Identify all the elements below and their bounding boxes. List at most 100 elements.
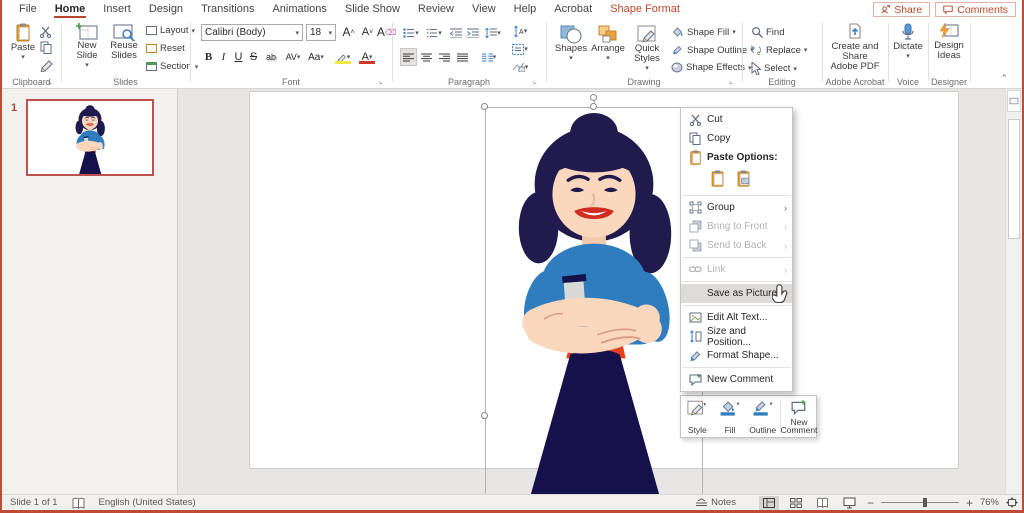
tab-acrobat[interactable]: Acrobat <box>545 0 601 19</box>
slideshow-view-button[interactable] <box>840 496 860 510</box>
new-comment-toolbar-button[interactable]: New Comment <box>781 396 817 437</box>
slide-sorter-view-button[interactable] <box>786 496 806 510</box>
collapse-ribbon-button[interactable]: ⌃ <box>1000 73 1008 84</box>
rotation-handle[interactable] <box>590 94 597 101</box>
quick-styles-button[interactable]: Quick Styles ▾ <box>629 24 665 74</box>
format-painter-button[interactable] <box>40 57 53 72</box>
align-left-button[interactable] <box>400 48 417 66</box>
resize-handle-top-center[interactable] <box>590 103 597 110</box>
reading-view-button[interactable] <box>813 496 833 510</box>
resize-handle-top-left[interactable] <box>481 103 488 110</box>
font-dialog-launcher[interactable]: ⌞ <box>379 76 388 85</box>
context-menu-item-cut[interactable]: Cut <box>681 110 792 129</box>
decrease-font-size-button[interactable]: A ˅ <box>360 24 375 40</box>
replace-button[interactable]: bc Replace ▾ <box>751 44 807 57</box>
context-menu-item-new-comment[interactable]: New Comment <box>681 370 792 389</box>
context-menu-item-edit-alt-text[interactable]: Edit Alt Text... <box>681 308 792 327</box>
strikethrough-button[interactable]: S <box>246 49 261 65</box>
paste-keep-formatting-button[interactable] <box>707 169 727 189</box>
tab-animations[interactable]: Animations <box>263 0 335 19</box>
reuse-slides-button[interactable]: Reuse Slides <box>108 23 140 61</box>
tab-slide-show[interactable]: Slide Show <box>336 0 409 19</box>
spell-check-icon[interactable] <box>72 497 85 509</box>
zoom-out-button[interactable]: − <box>867 496 874 510</box>
outline-button[interactable]: ▾ Outline <box>746 396 779 437</box>
justify-button[interactable] <box>455 49 470 65</box>
tab-help[interactable]: Help <box>505 0 546 19</box>
context-menu-item-copy[interactable]: Copy <box>681 129 792 148</box>
scrollbar-top-button[interactable] <box>1007 90 1021 112</box>
selected-picture[interactable] <box>481 94 703 494</box>
comments-button[interactable]: Comments <box>935 2 1016 17</box>
shape-fill-button[interactable]: Shape Fill ▾ <box>671 26 736 38</box>
find-button[interactable]: Find <box>751 26 784 38</box>
normal-view-button[interactable] <box>758 495 779 510</box>
context-menu-item-size-and-position[interactable]: Size and Position... <box>681 326 792 348</box>
tab-review[interactable]: Review <box>409 0 463 19</box>
tab-shape-format[interactable]: Shape Format <box>601 0 689 19</box>
arrange-button[interactable]: Arrange ▾ <box>591 24 625 64</box>
increase-font-size-button[interactable]: A ˄ <box>341 24 356 40</box>
paste-button[interactable]: Paste ▾ <box>10 23 36 63</box>
numbering-button[interactable]: ▾ <box>424 25 444 41</box>
resize-handle-middle-left[interactable] <box>481 412 488 419</box>
select-button[interactable]: Select ▾ <box>751 62 797 75</box>
text-direction-button[interactable]: A ▾ <box>509 23 531 39</box>
language-indicator[interactable]: English (United States) <box>99 497 196 508</box>
context-menu-item-format-shape[interactable]: Format Shape... <box>681 346 792 365</box>
shape-effects-button[interactable]: Shape Effects ▾ <box>671 62 752 73</box>
zoom-level[interactable]: 76% <box>980 497 999 508</box>
tab-transitions[interactable]: Transitions <box>192 0 263 19</box>
context-menu-item-link[interactable]: Link › <box>681 260 792 279</box>
tab-view[interactable]: View <box>463 0 505 19</box>
change-case-button[interactable]: Aa ▾ <box>306 49 326 65</box>
text-shadow-button[interactable]: ab <box>262 49 280 65</box>
font-family-combo[interactable]: Calibri (Body) ▾ <box>201 24 303 41</box>
underline-button[interactable]: U <box>231 49 246 65</box>
tab-design[interactable]: Design <box>140 0 192 19</box>
dictate-button[interactable]: Dictate ▾ <box>892 23 924 62</box>
design-ideas-button[interactable]: Design Ideas <box>931 23 967 61</box>
increase-indent-button[interactable] <box>465 25 480 41</box>
align-right-button[interactable] <box>437 49 452 65</box>
align-center-button[interactable] <box>419 49 434 65</box>
italic-button[interactable]: I <box>216 49 231 65</box>
bullets-button[interactable]: ▾ <box>401 25 421 41</box>
scrollbar-thumb[interactable] <box>1008 119 1020 239</box>
tab-file[interactable]: File <box>10 0 46 19</box>
columns-button[interactable]: ▾ <box>479 49 499 65</box>
tab-home[interactable]: Home <box>46 0 95 19</box>
notes-button[interactable]: Notes <box>696 497 736 508</box>
cut-button[interactable] <box>40 25 51 38</box>
font-color-button[interactable]: A ▾ <box>357 49 377 65</box>
fill-button[interactable]: ▾ Fill <box>714 396 747 437</box>
tab-insert[interactable]: Insert <box>94 0 140 19</box>
reset-button[interactable]: Reset <box>146 43 185 54</box>
fit-to-window-button[interactable] <box>1006 497 1018 508</box>
zoom-in-button[interactable]: + <box>966 496 973 510</box>
copy-button[interactable] <box>40 41 52 54</box>
align-text-button[interactable]: ▾ <box>509 41 531 57</box>
highlight-color-button[interactable]: ▾ <box>333 49 353 65</box>
convert-smartart-button[interactable]: ▾ <box>509 59 531 75</box>
clipboard-dialog-launcher[interactable]: ⌞ <box>48 76 57 85</box>
font-size-combo[interactable]: 18 ▾ <box>306 24 336 41</box>
character-spacing-button[interactable]: AV ▾ <box>283 49 303 65</box>
zoom-slider[interactable] <box>880 498 959 507</box>
decrease-indent-button[interactable] <box>448 25 463 41</box>
layout-button[interactable]: Layout ▾ <box>146 25 195 36</box>
context-menu-item-send-to-back[interactable]: Send to Back › <box>681 236 792 255</box>
zoom-slider-thumb[interactable] <box>922 498 927 507</box>
slide-thumbnail[interactable] <box>26 99 154 176</box>
context-menu-item-group[interactable]: Group › <box>681 198 792 217</box>
context-menu-item-bring-to-front[interactable]: Bring to Front › <box>681 217 792 236</box>
bold-button[interactable]: B <box>201 49 216 65</box>
create-share-pdf-button[interactable]: Create and Share Adobe PDF <box>825 23 885 72</box>
drawing-dialog-launcher[interactable]: ⌞ <box>729 76 738 85</box>
paragraph-dialog-launcher[interactable]: ⌞ <box>533 76 542 85</box>
vertical-scrollbar[interactable] <box>1005 89 1022 494</box>
paste-picture-button[interactable] <box>733 169 753 189</box>
shapes-button[interactable]: Shapes ▾ <box>555 24 587 64</box>
style-button[interactable]: ▾ Style <box>681 396 714 437</box>
line-spacing-button[interactable]: ▾ <box>483 25 503 41</box>
